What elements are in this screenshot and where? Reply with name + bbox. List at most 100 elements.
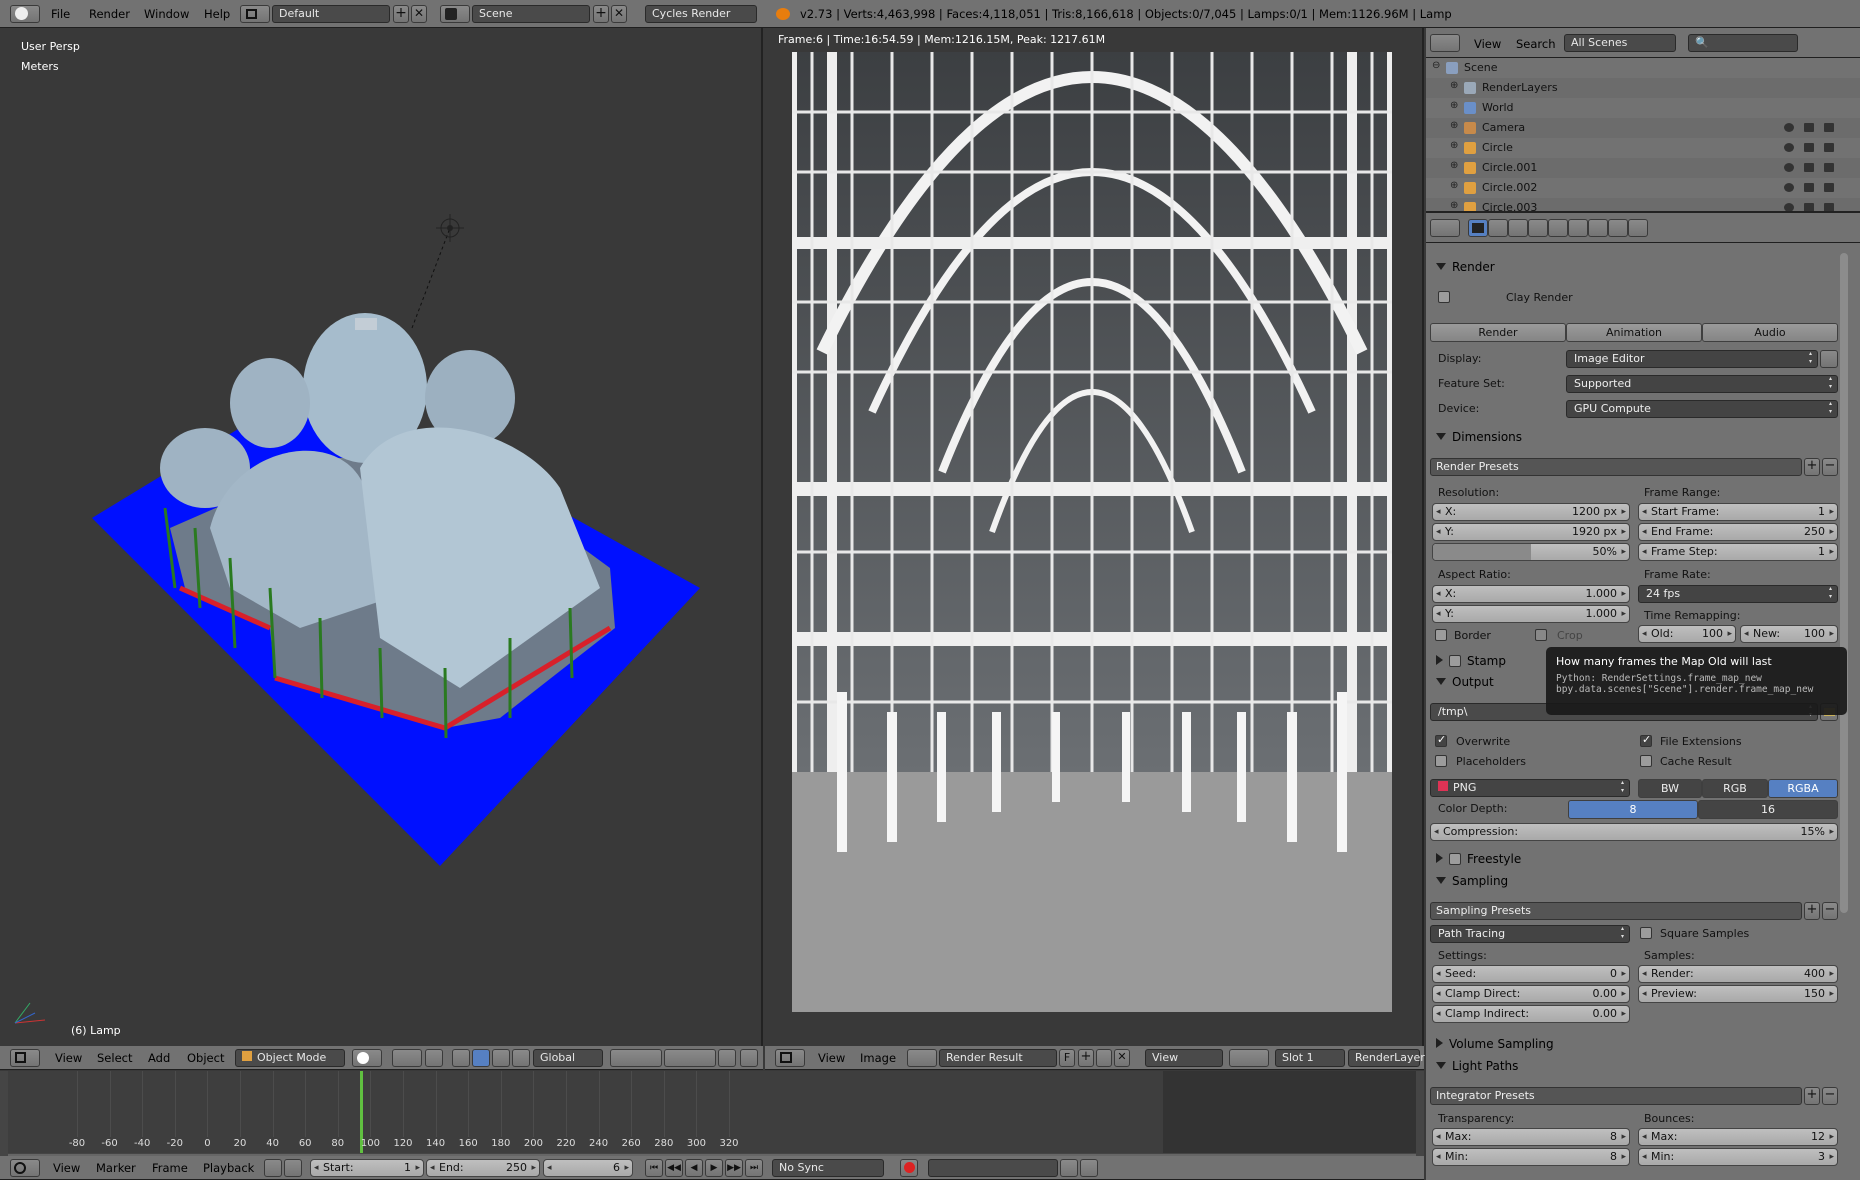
properties-editor-type-button[interactable] — [1430, 219, 1460, 237]
placeholders-checkbox[interactable] — [1435, 755, 1447, 767]
outliner-row[interactable]: ⊕ Camera — [1426, 118, 1860, 138]
integrator-presets-dropdown[interactable]: Integrator Presets — [1430, 1087, 1802, 1105]
image-menu-view[interactable]: View — [818, 1050, 845, 1066]
add-render-preset-button[interactable]: + — [1804, 458, 1820, 476]
expand-icon[interactable]: ⊕ — [1450, 200, 1458, 211]
current-frame-field[interactable]: 6 — [543, 1159, 633, 1177]
timeline-end-field[interactable]: End:250 — [426, 1159, 540, 1177]
eye-icon[interactable] — [1784, 203, 1794, 211]
outliner-menu-view[interactable]: View — [1474, 36, 1501, 52]
add-integrator-preset-button[interactable]: + — [1804, 1087, 1820, 1105]
viewport-menu-view[interactable]: View — [55, 1050, 82, 1066]
border-checkbox[interactable] — [1435, 629, 1447, 641]
end-frame-field[interactable]: End Frame:250 — [1638, 523, 1838, 541]
display-lock-button[interactable] — [1820, 350, 1838, 368]
resolution-x-field[interactable]: X:1200 px — [1432, 503, 1630, 521]
cursor-icon[interactable] — [1804, 203, 1814, 211]
cursor-icon[interactable] — [1804, 163, 1814, 172]
menu-window[interactable]: Window — [144, 6, 189, 22]
world-context-button[interactable] — [1528, 219, 1548, 237]
render-icon[interactable] — [1824, 143, 1834, 152]
render-preview-button[interactable] — [740, 1049, 758, 1067]
transparency-min-field[interactable]: Min:8 — [1432, 1148, 1630, 1166]
timeline-editor-type-button[interactable] — [10, 1159, 40, 1177]
render-button[interactable]: Render — [1430, 323, 1566, 342]
volume-sampling-panel-header[interactable]: Volume Sampling — [1436, 1036, 1554, 1052]
scene-icon-button[interactable] — [440, 5, 470, 23]
render-icon[interactable] — [1824, 183, 1834, 192]
editor-type-button[interactable] — [10, 5, 40, 23]
color-depth-16-button[interactable]: 16 — [1698, 800, 1838, 819]
pivot-dropdown[interactable] — [392, 1049, 422, 1067]
jump-keyframe-forward-button[interactable]: ▶▶ — [725, 1159, 743, 1177]
time-remap-old-field[interactable]: Old:100 — [1638, 625, 1736, 643]
render-panel-header[interactable]: Render — [1436, 259, 1495, 275]
aspect-y-field[interactable]: Y:1.000 — [1432, 605, 1630, 623]
keying-set-field[interactable] — [928, 1159, 1058, 1177]
render-icon[interactable] — [1824, 123, 1834, 132]
jump-keyframe-back-button[interactable]: ◀◀ — [665, 1159, 683, 1177]
menu-help[interactable]: Help — [204, 6, 230, 22]
layers-grid-1[interactable] — [610, 1049, 662, 1067]
viewport-menu-select[interactable]: Select — [97, 1050, 132, 1066]
output-panel-header[interactable]: Output — [1436, 674, 1494, 690]
viewport-menu-object[interactable]: Object — [187, 1050, 224, 1066]
orientation-dropdown[interactable]: Global — [533, 1049, 603, 1067]
add-layout-button[interactable]: + — [393, 5, 409, 23]
render-samples-field[interactable]: Render:400 — [1638, 965, 1838, 983]
clay-render-checkbox[interactable] — [1438, 291, 1450, 303]
image-menu-image[interactable]: Image — [860, 1050, 896, 1066]
scale-manipulator[interactable] — [492, 1049, 510, 1067]
zoom-button[interactable] — [1229, 1049, 1269, 1067]
delete-layout-button[interactable]: ✕ — [411, 5, 427, 23]
timeline-start-field[interactable]: Start:1 — [310, 1159, 424, 1177]
resolution-y-field[interactable]: Y:1920 px — [1432, 523, 1630, 541]
slot-dropdown[interactable]: Slot 1 — [1275, 1049, 1345, 1067]
translate-manipulator[interactable] — [452, 1049, 470, 1067]
add-sampling-preset-button[interactable]: + — [1804, 902, 1820, 920]
timeline-menu-marker[interactable]: Marker — [96, 1160, 136, 1176]
play-button[interactable]: ▶ — [705, 1159, 723, 1177]
jump-end-button[interactable]: ⏭ — [745, 1159, 763, 1177]
new-image-button[interactable]: + — [1078, 1049, 1094, 1067]
outliner-search-input[interactable]: 🔍 — [1688, 34, 1798, 52]
lock-camera-button[interactable] — [718, 1049, 736, 1067]
object-mode-dropdown[interactable]: Object Mode — [235, 1049, 345, 1067]
bw-button[interactable]: BW — [1638, 779, 1702, 798]
cache-result-checkbox[interactable] — [1640, 755, 1652, 767]
render-presets-dropdown[interactable]: Render Presets — [1430, 458, 1802, 476]
stamp-panel-header[interactable]: Stamp — [1436, 653, 1506, 669]
time-remap-new-field[interactable]: New:100 — [1740, 625, 1838, 643]
eye-icon[interactable] — [1784, 143, 1794, 152]
object-context-button[interactable] — [1548, 219, 1568, 237]
remove-sampling-preset-button[interactable]: − — [1822, 902, 1838, 920]
outliner-row[interactable]: ⊕ Circle.003 — [1426, 198, 1860, 211]
display-dropdown[interactable]: Image Editor — [1566, 350, 1818, 368]
bounces-min-field[interactable]: Min:3 — [1638, 1148, 1838, 1166]
light-paths-panel-header[interactable]: Light Paths — [1436, 1058, 1518, 1074]
scale-manipulator-2[interactable] — [512, 1049, 530, 1067]
menu-file[interactable]: File — [51, 6, 70, 22]
render-layers-context-button[interactable] — [1488, 219, 1508, 237]
crop-checkbox[interactable] — [1535, 629, 1547, 641]
timeline-menu-playback[interactable]: Playback — [203, 1160, 254, 1176]
frame-rate-dropdown[interactable]: 24 fps — [1638, 585, 1838, 603]
image-editor-type-button[interactable] — [775, 1049, 805, 1067]
timeline-menu-frame[interactable]: Frame — [152, 1160, 188, 1176]
seed-field[interactable]: Seed:0 — [1432, 965, 1630, 983]
audio-button[interactable]: Audio — [1702, 323, 1838, 342]
layers-grid-2[interactable] — [664, 1049, 716, 1067]
expand-icon[interactable]: ⊕ — [1450, 120, 1458, 131]
sampling-panel-header[interactable]: Sampling — [1436, 873, 1508, 889]
viewport-editor-type-button[interactable] — [10, 1049, 40, 1067]
image-browse-button[interactable] — [907, 1049, 937, 1067]
feature-set-dropdown[interactable]: Supported — [1566, 375, 1838, 393]
dimensions-panel-header[interactable]: Dimensions — [1436, 429, 1522, 445]
eye-icon[interactable] — [1784, 123, 1794, 132]
transparency-max-field[interactable]: Max:8 — [1432, 1128, 1630, 1146]
outliner-row[interactable]: ⊕ Circle.001 — [1426, 158, 1860, 178]
data-context-button[interactable] — [1588, 219, 1608, 237]
outliner-row[interactable]: ⊕ RenderLayers — [1426, 78, 1860, 98]
device-dropdown[interactable]: GPU Compute — [1566, 400, 1838, 418]
cursor-icon[interactable] — [1804, 143, 1814, 152]
